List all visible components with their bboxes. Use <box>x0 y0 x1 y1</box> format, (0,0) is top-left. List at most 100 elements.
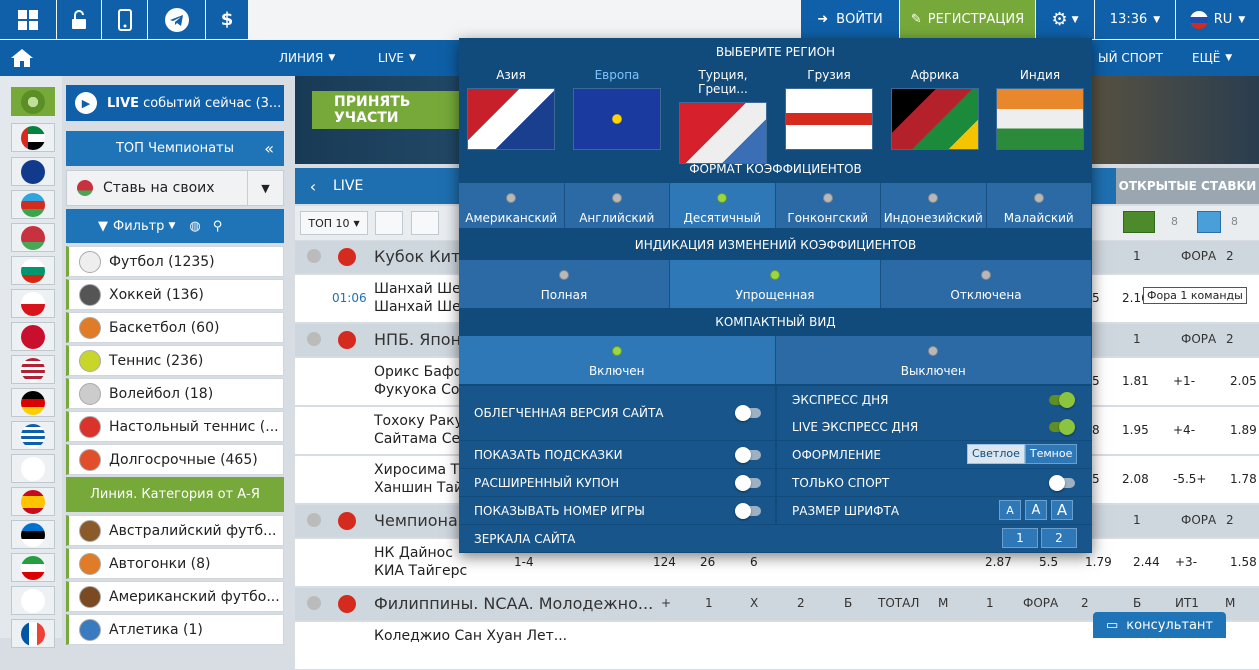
odds-cell[interactable]: 2.44 <box>1133 555 1160 569</box>
odds-cell[interactable]: 2.08 <box>1122 472 1149 486</box>
odds-cell[interactable]: 1.58 <box>1230 555 1257 569</box>
estonia-flag-icon[interactable] <box>11 520 55 549</box>
sidebar-sport-item[interactable]: Баскетбол (60) <box>66 312 284 343</box>
option-0[interactable]: Полная <box>459 260 670 308</box>
only-sport-toggle[interactable] <box>1049 475 1075 491</box>
sidebar-sport-item[interactable]: Хоккей (136) <box>66 279 284 310</box>
region-2[interactable]: Турция, Греци... <box>678 68 768 164</box>
odds-cell[interactable]: 124 <box>653 555 676 569</box>
odds-cell[interactable]: +3- <box>1175 555 1197 569</box>
option-5[interactable]: Малайский <box>986 183 1092 228</box>
region-4[interactable]: Африка <box>890 68 980 150</box>
theme-dark-button[interactable]: Темное <box>1024 444 1078 464</box>
odds-cell[interactable]: 1.78 <box>1230 472 1257 486</box>
odds-cell[interactable]: 5 <box>1092 374 1100 388</box>
filter-button[interactable]: Фильтр <box>113 219 164 234</box>
globe-icon[interactable] <box>11 87 55 116</box>
czech-flag-icon[interactable] <box>11 289 55 318</box>
option-2[interactable]: Десятичный <box>670 183 776 228</box>
odds-cell[interactable]: 1.81 <box>1122 374 1149 388</box>
mirror-2-button[interactable]: 2 <box>1041 528 1077 548</box>
font-medium-button[interactable]: A <box>1025 500 1047 520</box>
odds-cell[interactable]: 8 <box>1092 423 1100 437</box>
sidebar-sport-item[interactable]: Футбол (1235) <box>66 246 284 277</box>
sidebar-sport-item[interactable]: Волейбол (18) <box>66 378 284 409</box>
greece-flag-icon[interactable] <box>11 421 55 450</box>
odds-cell[interactable]: 26 <box>700 555 715 569</box>
clock-button[interactable]: 13:36 ▼ <box>1095 0 1175 39</box>
lock-icon[interactable] <box>57 0 101 39</box>
sidebar-sport-item[interactable]: Настольный теннис (... <box>66 411 284 442</box>
light-version-toggle[interactable] <box>735 405 761 421</box>
odds-cell[interactable]: 2.87 <box>985 555 1012 569</box>
region-1[interactable]: Европа <box>572 68 662 150</box>
odds-cell[interactable]: 1.89 <box>1230 423 1257 437</box>
nav-live[interactable]: LIVE ▼ <box>378 40 416 76</box>
sidebar-sport-item[interactable]: Американский футбо... <box>66 581 284 612</box>
globe-icon[interactable]: ◍ <box>189 219 200 234</box>
sidebar-sport-item[interactable]: Атлетика (1) <box>66 614 284 645</box>
uae-flag-icon[interactable] <box>11 123 55 152</box>
mirror-1-button[interactable]: 1 <box>1002 528 1038 548</box>
finland-flag-icon[interactable] <box>11 586 55 615</box>
germany-flag-icon[interactable] <box>11 388 55 417</box>
mobile-icon[interactable] <box>102 0 147 39</box>
odds-cell[interactable]: -5.5+ <box>1173 472 1206 486</box>
top10-select[interactable]: ТОП 10 ▼ <box>300 211 368 235</box>
odds-cell[interactable]: 1.79 <box>1085 555 1112 569</box>
font-small-button[interactable]: A <box>999 500 1021 520</box>
france-flag-icon[interactable] <box>11 619 55 648</box>
collapse-icon[interactable]: « <box>264 139 274 158</box>
settings-button[interactable]: ⚙ ▼ <box>1036 0 1094 39</box>
category-header[interactable]: Линия. Категория от А-Я <box>66 477 284 512</box>
back-icon[interactable]: ‹ <box>295 177 331 196</box>
england-flag-icon[interactable] <box>11 454 55 483</box>
option-4[interactable]: Индонезийский <box>881 183 987 228</box>
odds-cell[interactable]: 1-4 <box>514 555 534 569</box>
search-icon[interactable]: ⚲ <box>213 219 223 234</box>
odds-cell[interactable]: 5 <box>1092 472 1100 486</box>
belarus-flag-icon[interactable] <box>11 223 55 252</box>
sidebar-sport-item[interactable]: Теннис (236) <box>66 345 284 376</box>
region-3[interactable]: Грузия <box>784 68 874 150</box>
favorite-team-select[interactable]: Ставь на своих ▼ <box>66 170 284 206</box>
sidebar-sport-item[interactable]: Автогонки (8) <box>66 548 284 579</box>
spain-flag-icon[interactable] <box>11 487 55 516</box>
coupon-toggle[interactable] <box>735 475 761 491</box>
nav-virtual-sport[interactable]: ЫЙ СПОРТ <box>1098 40 1163 76</box>
iran-flag-icon[interactable] <box>11 553 55 582</box>
open-bets-tab[interactable]: ОТКРЫТЫЕ СТАВКИ <box>1116 168 1259 204</box>
telegram-icon[interactable] <box>148 0 205 39</box>
field-icon[interactable] <box>1123 211 1155 233</box>
sidebar-sport-item[interactable]: Австралийский футб... <box>66 515 284 546</box>
login-button[interactable]: ➜ ВОЙТИ <box>801 0 899 39</box>
odds-cell[interactable]: +1- <box>1173 374 1195 388</box>
bulgaria-flag-icon[interactable] <box>11 256 55 285</box>
theme-light-button[interactable]: Светлое <box>967 444 1025 464</box>
live-express-toggle[interactable] <box>1049 419 1075 435</box>
sport-filter-icon[interactable] <box>375 211 403 235</box>
sport-filter-icon[interactable] <box>411 211 439 235</box>
odds-cell[interactable]: 5 <box>1092 291 1100 305</box>
hints-toggle[interactable] <box>735 447 761 463</box>
region-0[interactable]: Азия <box>466 68 556 150</box>
register-button[interactable]: ✎ РЕГИСТРАЦИЯ <box>900 0 1035 39</box>
option-1[interactable]: Английский <box>564 183 670 228</box>
option-0[interactable]: Американский <box>459 183 565 228</box>
odds-cell[interactable]: +4- <box>1173 423 1195 437</box>
currency-button[interactable]: $ <box>206 0 248 39</box>
australia-flag-icon[interactable] <box>11 157 55 186</box>
odds-cell[interactable]: 2.05 <box>1230 374 1257 388</box>
odds-cell[interactable]: 6 <box>750 555 758 569</box>
option-2[interactable]: Отключена <box>881 260 1092 308</box>
windows-icon[interactable] <box>0 0 56 39</box>
odds-cell[interactable]: 5.5 <box>1039 555 1058 569</box>
denmark-flag-icon[interactable] <box>11 322 55 351</box>
language-button[interactable]: RU ▼ <box>1176 0 1259 39</box>
home-icon[interactable] <box>10 40 34 76</box>
azerbaijan-flag-icon[interactable] <box>11 190 55 219</box>
tv-icon[interactable] <box>1197 211 1221 233</box>
usa-flag-icon[interactable] <box>11 355 55 384</box>
font-large-button[interactable]: A <box>1051 500 1073 520</box>
option-3[interactable]: Гонконгский <box>775 183 881 228</box>
